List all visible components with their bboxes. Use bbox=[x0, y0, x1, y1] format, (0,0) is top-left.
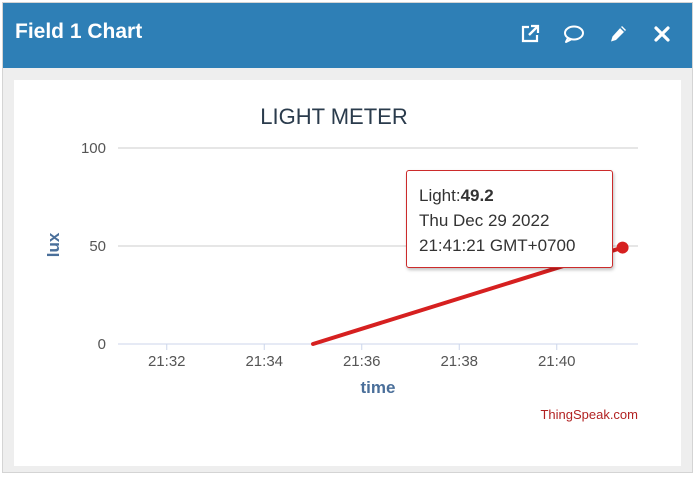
y-tick-label: 100 bbox=[81, 140, 106, 157]
tooltip-date: Thu Dec 29 2022 bbox=[419, 211, 550, 230]
widget-header: Field 1 Chart bbox=[3, 3, 692, 68]
widget-title: Field 1 Chart bbox=[15, 20, 143, 43]
close-icon bbox=[654, 26, 670, 42]
external-link-icon bbox=[521, 24, 540, 43]
data-point bbox=[616, 241, 629, 254]
chart-title: LIGHT METER bbox=[260, 104, 408, 129]
x-tick-label: 21:34 bbox=[245, 353, 283, 370]
chart[interactable]: LIGHT METER 050100 21:32 21:34 21:36 21:38 2… bbox=[14, 80, 681, 466]
credit-link[interactable]: ThingSpeak.com bbox=[540, 407, 638, 422]
x-tick-label: 21:40 bbox=[538, 353, 576, 370]
tooltip-value: 49.2 bbox=[460, 186, 494, 205]
x-tick-label: 21:38 bbox=[440, 353, 478, 370]
chart-card: LIGHT METER 0 50 100 21:32 21:34 21:36 21:38 2… bbox=[14, 80, 681, 466]
y-tick-label: 50 bbox=[89, 238, 106, 255]
edit-pencil-icon bbox=[611, 26, 626, 42]
x-tick-label: 21:32 bbox=[148, 353, 186, 370]
x-axis-ticks: 21:32 21:34 21:36 21:38 21:40 bbox=[148, 344, 576, 370]
external-link-button[interactable] bbox=[508, 19, 552, 49]
data-tooltip: Light:49.2 Thu Dec 29 2022 21:41:21 GMT+… bbox=[406, 170, 613, 268]
x-tick-label: 21:36 bbox=[343, 353, 381, 370]
tooltip-series-label: Light: bbox=[419, 186, 461, 205]
tooltip-time: 21:41:21 GMT+0700 bbox=[419, 236, 576, 255]
y-axis-ticks: 0 50 100 bbox=[81, 140, 106, 353]
y-axis-label: lux bbox=[44, 232, 63, 257]
comment-button[interactable] bbox=[552, 19, 596, 49]
close-button[interactable] bbox=[640, 19, 684, 49]
x-axis-label: time bbox=[361, 378, 396, 397]
comment-icon bbox=[564, 25, 584, 43]
edit-button[interactable] bbox=[596, 19, 640, 49]
chart-widget: Field 1 Chart LIGHT METER 0 50 100 21:32… bbox=[2, 2, 693, 473]
y-tick-label: 0 bbox=[98, 336, 106, 353]
tooltip-value-line: Light:49.2 bbox=[419, 183, 612, 208]
widget-toolbar bbox=[508, 19, 684, 49]
